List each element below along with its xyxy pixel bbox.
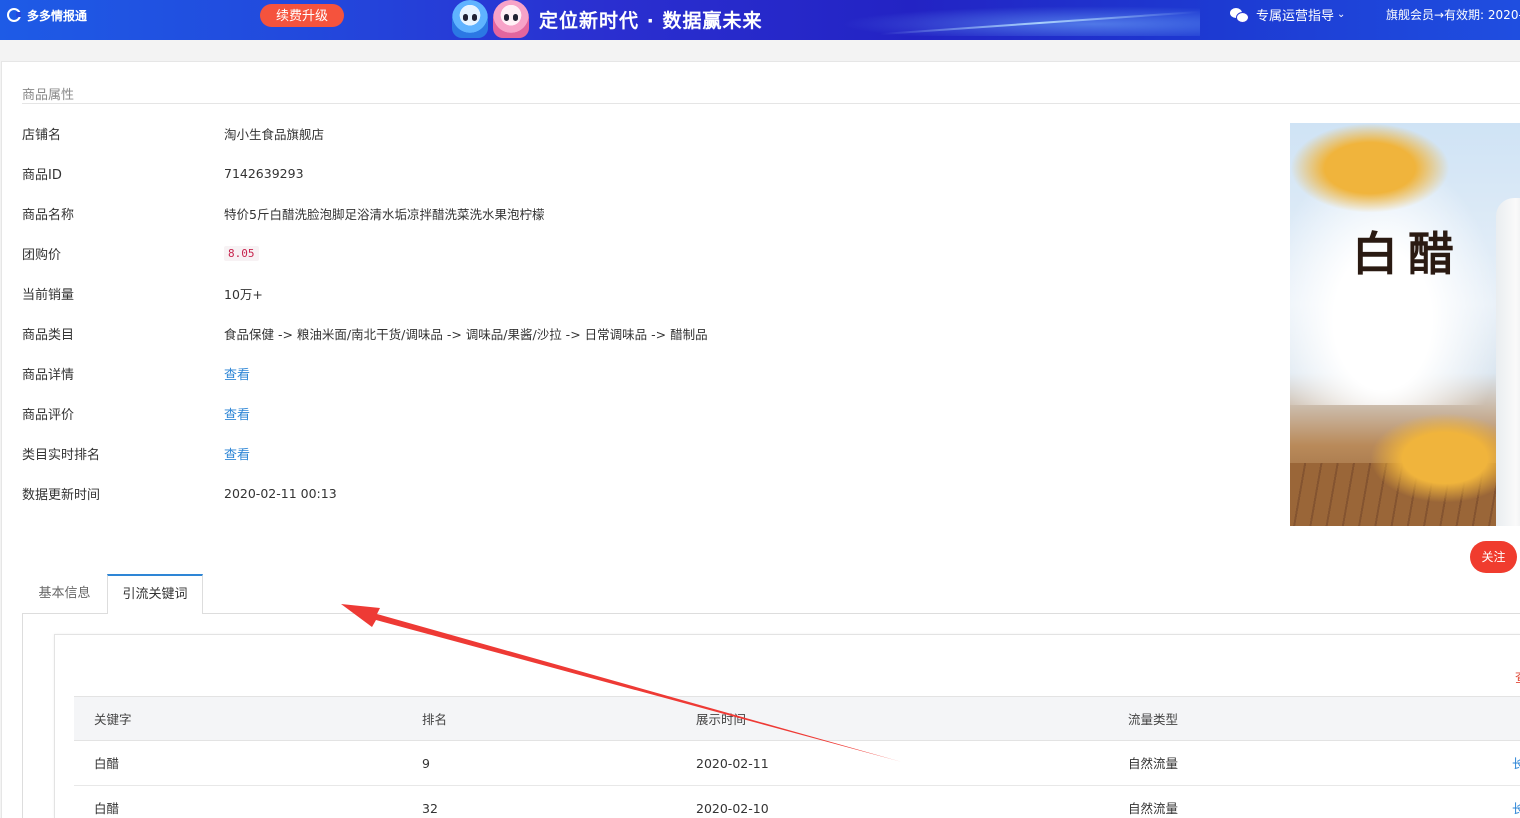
cell-date: 2020-02-11 bbox=[696, 756, 769, 771]
attr-row-price: 团购价 8.05 bbox=[22, 243, 259, 263]
attr-row-updated: 数据更新时间 2020-02-11 00:13 bbox=[22, 483, 337, 503]
attr-row-ranking: 类目实时排名 查看 bbox=[22, 443, 250, 463]
attr-label: 当前销量 bbox=[22, 287, 75, 303]
attr-label: 商品详情 bbox=[22, 367, 75, 383]
cell-action-link[interactable]: 长 bbox=[1512, 786, 1520, 818]
attr-value-name: 特价5斤白醋洗脸泡脚足浴清水垢凉拌醋洗菜洗水果泡柠檬 bbox=[224, 206, 545, 222]
attr-value-id: 7142639293 bbox=[224, 165, 304, 181]
attr-value-shop: 淘小生食品旗舰店 bbox=[224, 126, 325, 142]
keyword-table: 关键字 排名 展示时间 流量类型 白醋 9 2020-02-11 自然流量 长 … bbox=[74, 696, 1520, 818]
view-ranking-link[interactable]: 查看 bbox=[224, 444, 250, 463]
tab-basic-info[interactable]: 基本信息 bbox=[22, 574, 107, 614]
product-image[interactable]: 白醋 bbox=[1290, 123, 1520, 526]
section-divider bbox=[22, 103, 1520, 104]
operation-guide-menu[interactable]: 专属运营指导 ⌄ bbox=[1230, 5, 1345, 24]
attr-label: 商品评价 bbox=[22, 407, 75, 423]
view-reviews-link[interactable]: 查看 bbox=[224, 404, 250, 423]
top-header: 多多情报通 续费升级 定位新时代 · 数据赢未来 专属运营指导 ⌄ 旗舰会员→有… bbox=[0, 0, 1520, 40]
wechat-icon bbox=[1230, 7, 1249, 23]
attr-row-name: 商品名称 特价5斤白醋洗脸泡脚足浴清水垢凉拌醋洗菜洗水果泡柠檬 bbox=[22, 203, 544, 223]
corner-link[interactable]: 查 bbox=[1515, 667, 1520, 686]
image-grain-top bbox=[1290, 123, 1450, 213]
header-date: 展示时间 bbox=[696, 712, 747, 727]
attr-label: 店铺名 bbox=[22, 127, 62, 143]
attr-row-id: 商品ID 7142639293 bbox=[22, 163, 304, 183]
cell-rank: 9 bbox=[422, 756, 430, 771]
product-image-text: 白醋 bbox=[1352, 227, 1464, 281]
attr-label: 商品ID bbox=[22, 167, 62, 183]
attr-label: 商品名称 bbox=[22, 207, 75, 223]
table-row: 白醋 9 2020-02-11 自然流量 长 bbox=[74, 741, 1520, 786]
keyword-box: 查 关键字 排名 展示时间 流量类型 白醋 9 2020-02-11 自然流量 … bbox=[54, 634, 1520, 818]
header-traffic: 流量类型 bbox=[1128, 712, 1179, 727]
price-tag: 8.05 bbox=[224, 246, 259, 261]
attr-value-updated: 2020-02-11 00:13 bbox=[224, 485, 337, 501]
attr-row-details: 商品详情 查看 bbox=[22, 363, 250, 383]
attr-value-category: 食品保健 -> 粮油米面/南北干货/调味品 -> 调味品/果酱/沙拉 -> 日常… bbox=[224, 326, 708, 342]
attr-label: 团购价 bbox=[22, 247, 62, 263]
product-card: 商品属性 店铺名 淘小生食品旗舰店 商品ID 7142639293 商品名称 特… bbox=[1, 61, 1520, 818]
cell-date: 2020-02-10 bbox=[696, 801, 769, 816]
image-bottle bbox=[1496, 198, 1520, 526]
header-keyword: 关键字 bbox=[94, 712, 132, 727]
brand-name: 多多情报通 bbox=[27, 8, 88, 23]
attr-label: 类目实时排名 bbox=[22, 447, 101, 463]
attr-value-sales: 10万+ bbox=[224, 286, 263, 302]
renew-upgrade-button[interactable]: 续费升级 bbox=[260, 4, 344, 27]
tab-bar: 基本信息 引流关键词 bbox=[22, 574, 1520, 615]
cell-traffic: 自然流量 bbox=[1128, 801, 1179, 816]
cell-keyword: 白醋 bbox=[94, 801, 120, 816]
attr-value-price-wrap: 8.05 bbox=[224, 245, 259, 261]
header-slogan: 定位新时代 · 数据赢未来 bbox=[539, 10, 763, 32]
attr-row-sales: 当前销量 10万+ bbox=[22, 283, 263, 303]
attr-row-reviews: 商品评价 查看 bbox=[22, 403, 250, 423]
table-row: 白醋 32 2020-02-10 自然流量 长 bbox=[74, 786, 1520, 818]
cell-action-link[interactable]: 长 bbox=[1512, 741, 1520, 786]
tab-traffic-keywords[interactable]: 引流关键词 bbox=[107, 574, 203, 615]
attr-row-shop: 店铺名 淘小生食品旗舰店 bbox=[22, 123, 324, 143]
follow-button[interactable]: 关注 bbox=[1470, 541, 1517, 573]
chevron-down-icon: ⌄ bbox=[1337, 9, 1346, 20]
blue-mascot-icon bbox=[452, 0, 488, 38]
brand-logo[interactable]: 多多情报通 bbox=[7, 6, 87, 24]
tab-panel: 查 关键字 排名 展示时间 流量类型 白醋 9 2020-02-11 自然流量 … bbox=[22, 614, 1520, 818]
cell-traffic: 自然流量 bbox=[1128, 756, 1179, 771]
view-details-link[interactable]: 查看 bbox=[224, 364, 250, 383]
table-header: 关键字 排名 展示时间 流量类型 bbox=[74, 696, 1520, 741]
brand-icon bbox=[7, 8, 21, 22]
cell-rank: 32 bbox=[422, 801, 438, 816]
header-rank: 排名 bbox=[422, 712, 448, 727]
pink-mascot-icon bbox=[493, 0, 529, 38]
section-title: 商品属性 bbox=[22, 88, 75, 103]
attr-label: 商品类目 bbox=[22, 327, 75, 343]
membership-info[interactable]: 旗舰会员→有效期: 2020- bbox=[1386, 6, 1520, 23]
attr-label: 数据更新时间 bbox=[22, 487, 101, 503]
operation-guide-label: 专属运营指导 bbox=[1256, 9, 1335, 24]
attr-row-category: 商品类目 食品保健 -> 粮油米面/南北干货/调味品 -> 调味品/果酱/沙拉 … bbox=[22, 323, 708, 343]
cell-keyword: 白醋 bbox=[94, 756, 120, 771]
